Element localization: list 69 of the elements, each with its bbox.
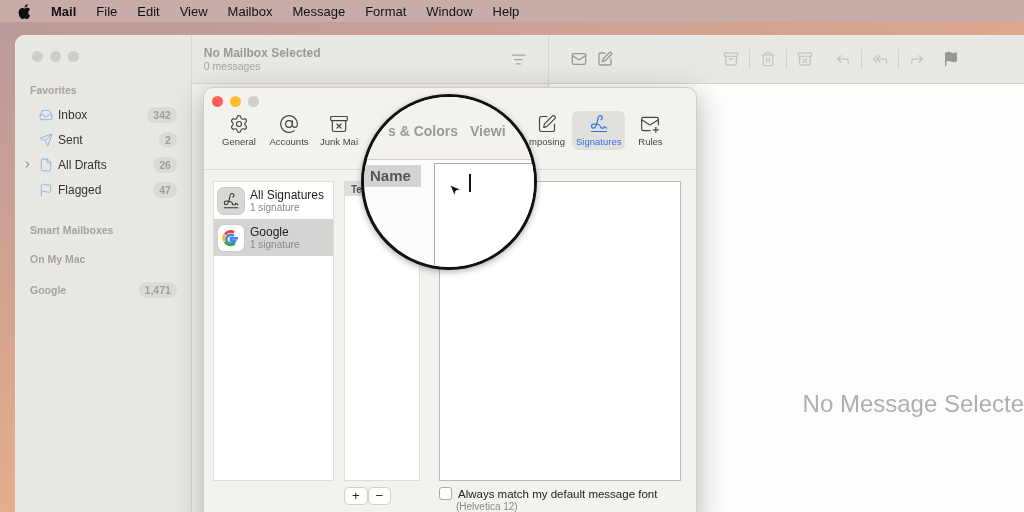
toolbar-tab[interactable]: General: [214, 111, 264, 150]
account-name: All Signatures: [250, 188, 325, 202]
account-item[interactable]: All Signatures 1 signature: [214, 182, 333, 219]
signature-icon: [588, 114, 609, 134]
count-badge: 47: [153, 181, 177, 198]
count-badge: 342: [147, 106, 177, 123]
section-title: Favorites: [30, 84, 77, 96]
count-badge: 26: [153, 156, 177, 173]
trash-icon[interactable]: [759, 51, 776, 67]
signature-editor[interactable]: [439, 181, 681, 481]
drafts-icon: [39, 157, 53, 172]
inbox-icon: [39, 107, 53, 122]
menu-item[interactable]: Edit: [137, 3, 160, 19]
apple-logo-icon[interactable]: [18, 3, 31, 19]
menu-item[interactable]: Mail: [51, 3, 77, 19]
checkbox[interactable]: [439, 487, 452, 500]
envelope-icon[interactable]: [570, 51, 587, 67]
account-icon: [218, 187, 244, 214]
sidebar-item[interactable]: Inbox 342: [15, 102, 191, 127]
font-note: (Helvetica 12): [456, 501, 519, 512]
add-button[interactable]: +: [344, 487, 368, 505]
window-control-button[interactable]: [68, 51, 79, 62]
menu-item[interactable]: Window: [426, 3, 473, 19]
toolbar-label: s & Colors: [388, 123, 458, 139]
menu-item[interactable]: View: [179, 3, 208, 19]
count-badge: 1,471: [138, 282, 177, 298]
rules-icon: [640, 114, 661, 134]
compose-icon[interactable]: [596, 51, 613, 67]
window-control-button[interactable]: [32, 51, 43, 62]
flagged-icon: [39, 182, 53, 197]
text-caret: [469, 174, 471, 192]
mailbox-title: No Mailbox Selected: [203, 46, 322, 60]
column-header: Name: [364, 165, 421, 187]
sidebar-item[interactable]: All Drafts 26: [15, 152, 191, 177]
remove-button[interactable]: −: [367, 487, 392, 505]
menu-item[interactable]: Help: [492, 3, 520, 19]
compose-icon: [537, 114, 557, 134]
toolbar-tab[interactable]: Accounts: [264, 111, 314, 150]
message-count: 0 messages: [203, 60, 262, 72]
gear-icon: [229, 114, 249, 134]
flag-icon[interactable]: [942, 51, 959, 67]
window-control-button[interactable]: [248, 96, 259, 107]
toolbar-label: Viewi: [470, 123, 506, 139]
window-control-button[interactable]: [50, 51, 61, 62]
checkbox-label[interactable]: Always match my default message font: [458, 487, 658, 500]
filter-icon[interactable]: [510, 51, 526, 67]
toolbar-tab[interactable]: Junk Mai: [314, 111, 364, 150]
menu-item[interactable]: Message: [292, 3, 346, 19]
pointer-icon: [448, 183, 462, 197]
empty-state-text: No Message Selecte: [802, 390, 1024, 417]
menu-item[interactable]: Mailbox: [227, 3, 273, 19]
window-control-button[interactable]: [212, 96, 223, 107]
junk-icon[interactable]: [796, 51, 813, 67]
signature-count: 1 signature: [250, 239, 300, 250]
account-item[interactable]: Google 1 signature: [214, 219, 333, 256]
account-name: Google: [250, 225, 290, 239]
sent-icon: [39, 132, 53, 147]
sidebar-item[interactable]: Sent 2: [15, 127, 191, 152]
at-icon: [279, 114, 299, 134]
toolbar-tab[interactable]: Signatures: [572, 111, 626, 150]
junk-icon: [329, 114, 349, 134]
toolbar-tab[interactable]: Rules: [625, 111, 676, 150]
count-badge: 2: [159, 131, 177, 148]
window-control-button[interactable]: [230, 96, 241, 107]
menu-item[interactable]: Format: [365, 3, 407, 19]
archive-icon[interactable]: [722, 51, 739, 67]
signature-count: 1 signature: [250, 202, 301, 213]
sidebar-item[interactable]: Flagged 47: [15, 177, 191, 202]
menu-item[interactable]: File: [96, 3, 118, 19]
